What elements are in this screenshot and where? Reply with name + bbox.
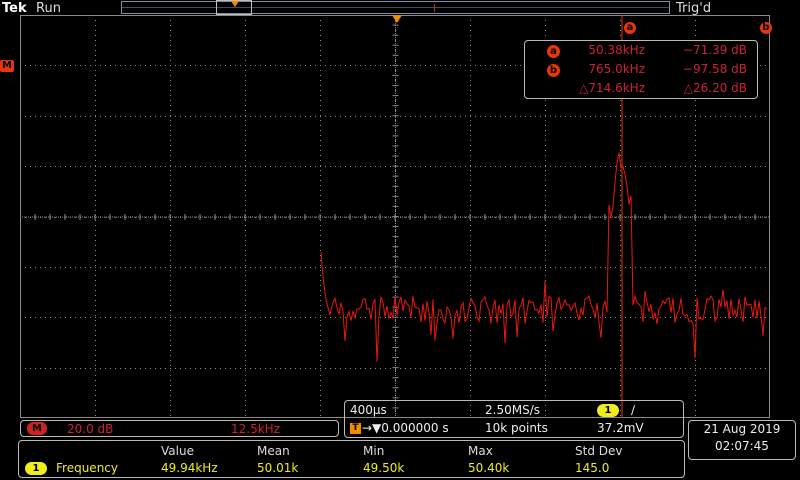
measurement-header-min: Min bbox=[363, 444, 385, 458]
acquisition-run-state[interactable]: Run bbox=[36, 1, 61, 16]
measurement-channel-badge: 1 bbox=[25, 462, 47, 475]
measurement-header-value: Value bbox=[161, 444, 194, 458]
measurement-mean: 50.01k bbox=[257, 461, 299, 475]
trigger-channel-badge: 1 bbox=[597, 404, 619, 417]
measurement-min: 49.50k bbox=[363, 461, 405, 475]
trigger-level: 37.2mV bbox=[597, 421, 644, 435]
date-text: 21 Aug 2019 bbox=[703, 422, 781, 436]
math-channel-marker[interactable]: M bbox=[0, 60, 14, 72]
cursor-b-readout: b 765.0kHz −97.58 dB bbox=[525, 62, 757, 79]
brand-logo: Tek bbox=[2, 1, 27, 16]
measurement-value: 49.94kHz bbox=[161, 461, 218, 475]
measurement-header-max: Max bbox=[468, 444, 493, 458]
trigger-position-icon[interactable] bbox=[392, 15, 402, 23]
record-trigger-marker-icon bbox=[231, 1, 239, 7]
cursor-a-readout: a 50.38kHz −71.39 dB bbox=[525, 43, 757, 60]
cursor-b-badge: b bbox=[547, 64, 560, 77]
time-per-division: 400µs bbox=[350, 403, 387, 417]
datetime-display[interactable]: 21 Aug 2019 02:07:45 bbox=[688, 420, 796, 460]
math-channel-badge: M bbox=[27, 422, 47, 435]
math-marker-label: M bbox=[2, 60, 12, 71]
trigger-status: Trig'd bbox=[676, 1, 712, 16]
cursor-b-frequency: 765.0kHz bbox=[588, 62, 645, 76]
record-view-bar[interactable] bbox=[121, 1, 670, 14]
measurement-std-dev: 145.0 bbox=[575, 461, 610, 475]
cursor-b-handle[interactable]: b bbox=[760, 22, 772, 34]
sample-rate: 2.50MS/s bbox=[485, 403, 540, 417]
measurement-header-std-dev: Std Dev bbox=[575, 444, 623, 458]
trigger-slope-icon: ∕ bbox=[631, 403, 636, 417]
cursor-delta-frequency: △714.6kHz bbox=[579, 81, 645, 95]
measurement-name: Frequency bbox=[56, 461, 118, 475]
math-channel-info[interactable]: M 20.0 dB 12.5kHz bbox=[20, 420, 339, 437]
measurement-max: 50.40k bbox=[468, 461, 510, 475]
trigger-position: →▼0.000000 s bbox=[362, 421, 449, 435]
cursor-a-badge: a bbox=[547, 45, 560, 58]
cursor-readout-panel: a 50.38kHz −71.39 dB b 765.0kHz −97.58 d… bbox=[524, 40, 758, 99]
cursor-delta-amplitude: △26.20 dB bbox=[683, 81, 747, 95]
horizontal-trigger-info[interactable]: 400µs 2.50MS/s 1 ∕ T →▼0.000000 s 10k po… bbox=[344, 400, 684, 438]
measurement-header-mean: Mean bbox=[257, 444, 290, 458]
record-length: 10k points bbox=[485, 421, 548, 435]
cursor-a-frequency: 50.38kHz bbox=[588, 43, 645, 57]
math-resolution-bandwidth: 12.5kHz bbox=[231, 422, 280, 436]
measurement-panel[interactable]: Value Mean Min Max Std Dev 1 Frequency 4… bbox=[18, 440, 685, 478]
fft-spectrum-trace bbox=[320, 152, 768, 362]
cursor-a-handle-label: a bbox=[626, 22, 634, 33]
cursor-b-amplitude: −97.58 dB bbox=[682, 62, 747, 76]
trigger-position-badge: T bbox=[350, 423, 361, 434]
cursor-a-handle[interactable]: a bbox=[624, 22, 636, 34]
math-vertical-scale: 20.0 dB bbox=[67, 422, 114, 436]
cursor-a-amplitude: −71.39 dB bbox=[682, 43, 747, 57]
cursor-b-handle-label: b bbox=[762, 22, 770, 33]
cursor-delta-readout: △714.6kHz △26.20 dB bbox=[525, 81, 757, 98]
time-text: 02:07:45 bbox=[715, 439, 769, 453]
